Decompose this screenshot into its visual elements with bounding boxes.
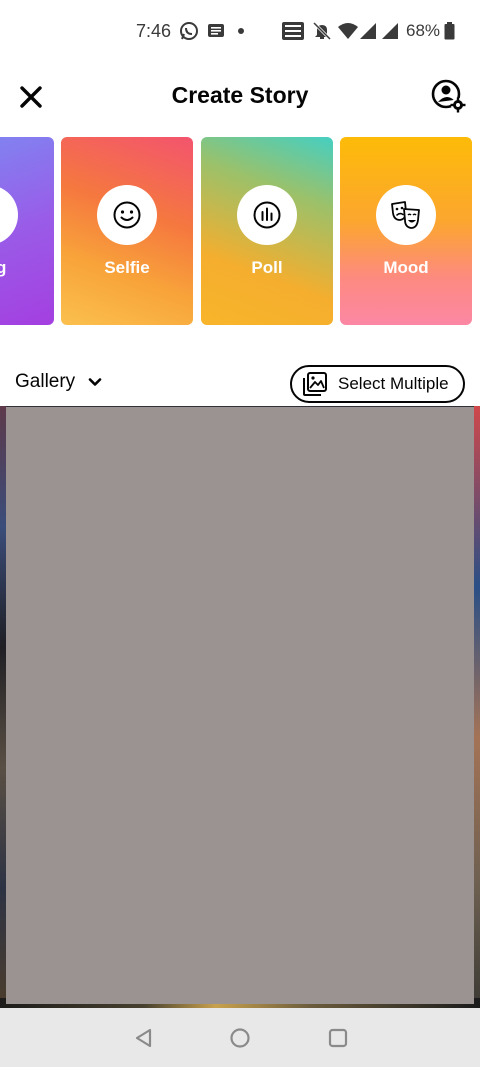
gallery-toolbar: Gallery Select Multiple (0, 362, 480, 408)
story-card-boomerang[interactable]: rang (0, 137, 54, 325)
privacy-settings-icon (431, 79, 466, 113)
battery-percent: 68% (406, 21, 441, 40)
story-card-poll[interactable]: Poll (201, 137, 333, 325)
poll-bars-icon (253, 201, 281, 229)
story-card-label: Mood (383, 258, 429, 277)
status-bar: 7:46 68% (0, 0, 480, 64)
recents-square-icon (328, 1028, 348, 1048)
nav-recents-button[interactable] (324, 1024, 352, 1052)
privacy-settings-button[interactable] (430, 78, 468, 114)
mute-icon (311, 20, 333, 42)
story-card-selfie[interactable]: Selfie (61, 137, 193, 325)
media-preview-placeholder[interactable] (6, 407, 474, 1004)
whatsapp-icon (178, 20, 200, 42)
gallery-dropdown[interactable]: Gallery (15, 371, 103, 393)
battery-icon (443, 20, 455, 42)
signal-icon (359, 20, 377, 42)
boomerang-icon (0, 200, 3, 230)
signal-icon (381, 20, 399, 42)
gallery-media-grid[interactable] (0, 406, 480, 1008)
gallery-label: Gallery (15, 371, 76, 392)
back-triangle-icon (135, 1028, 152, 1048)
card-icon-circle (97, 185, 157, 245)
card-icon-circle (376, 185, 436, 245)
dot-icon (236, 20, 246, 42)
smiley-face-icon (113, 201, 141, 229)
system-navigation-bar (0, 1008, 480, 1067)
story-card-label: Selfie (104, 258, 150, 277)
story-type-carousel[interactable]: rang Selfie Poll (0, 137, 480, 325)
status-time: 7:46 (136, 21, 172, 41)
multiple-photos-icon (303, 372, 327, 396)
message-icon (206, 20, 226, 42)
nav-home-button[interactable] (226, 1024, 254, 1052)
page-title: Create Story (171, 82, 309, 108)
wifi-icon (337, 20, 359, 42)
nav-back-button[interactable] (130, 1024, 158, 1052)
gallery-thumbnail-column[interactable] (474, 406, 480, 1008)
story-card-mood[interactable]: Mood (340, 137, 472, 325)
volte-icon (280, 20, 306, 42)
home-circle-icon (230, 1028, 250, 1048)
story-card-label: Poll (251, 258, 283, 277)
story-card-label: rang (0, 258, 7, 277)
select-multiple-button[interactable]: Select Multiple (290, 365, 465, 403)
theater-masks-icon (391, 201, 420, 229)
card-icon-circle (0, 185, 18, 245)
select-multiple-label: Select Multiple (338, 374, 449, 393)
header: Create Story (0, 64, 480, 128)
card-icon-circle (237, 185, 297, 245)
chevron-down-icon (88, 378, 102, 386)
